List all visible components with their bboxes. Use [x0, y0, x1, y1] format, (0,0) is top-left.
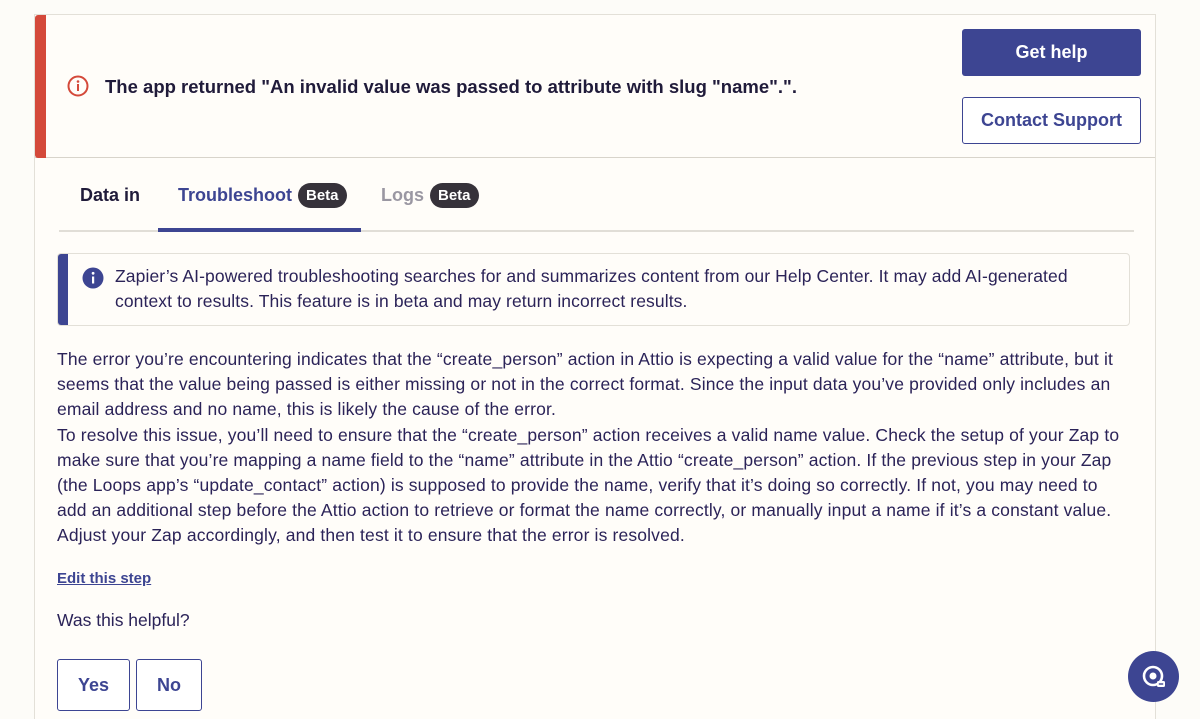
answer-paragraph: The error you’re encountering indicates … [57, 349, 1114, 420]
ai-notice-text: Zapier’s AI-powered troubleshooting sear… [115, 266, 1068, 311]
tab-data-in[interactable]: Data in [80, 158, 140, 232]
tab-label: Troubleshoot [178, 184, 292, 205]
answer-paragraph: To resolve this issue, you’ll need to en… [57, 424, 1120, 546]
alert-circle-icon [67, 75, 89, 97]
error-message: The app returned "An invalid value was p… [105, 76, 797, 97]
step-panel: The app returned "An invalid value was p… [34, 14, 1156, 719]
tab-logs[interactable]: Logs Beta [381, 158, 479, 232]
get-help-button[interactable]: Get help [962, 29, 1141, 76]
error-stripe [35, 15, 46, 158]
error-banner: The app returned "An invalid value was p… [35, 15, 1155, 158]
feedback-question: Was this helpful? [57, 610, 190, 630]
info-icon [82, 267, 104, 289]
tab-troubleshoot[interactable]: Troubleshoot Beta [178, 158, 347, 232]
contact-support-button[interactable]: Contact Support [962, 97, 1141, 144]
tab-bar: Data in Troubleshoot Beta Logs Beta [59, 158, 1134, 232]
beta-badge: Beta [430, 182, 479, 208]
feedback-no-button[interactable]: No [136, 659, 202, 711]
info-stripe [58, 254, 68, 325]
tab-label: Data in [80, 184, 141, 205]
help-chat-button[interactable] [1128, 651, 1179, 702]
ai-notice: Zapier’s AI-powered troubleshooting sear… [57, 253, 1130, 326]
help-chat-icon [1142, 665, 1165, 687]
feedback-yes-button[interactable]: Yes [57, 659, 130, 711]
troubleshoot-answer: The error you’re encountering indicates … [57, 347, 1127, 549]
tab-label: Logs [381, 184, 424, 205]
beta-badge: Beta [298, 182, 347, 208]
edit-step-link[interactable]: Edit this step [57, 570, 151, 587]
active-tab-indicator [158, 228, 361, 232]
